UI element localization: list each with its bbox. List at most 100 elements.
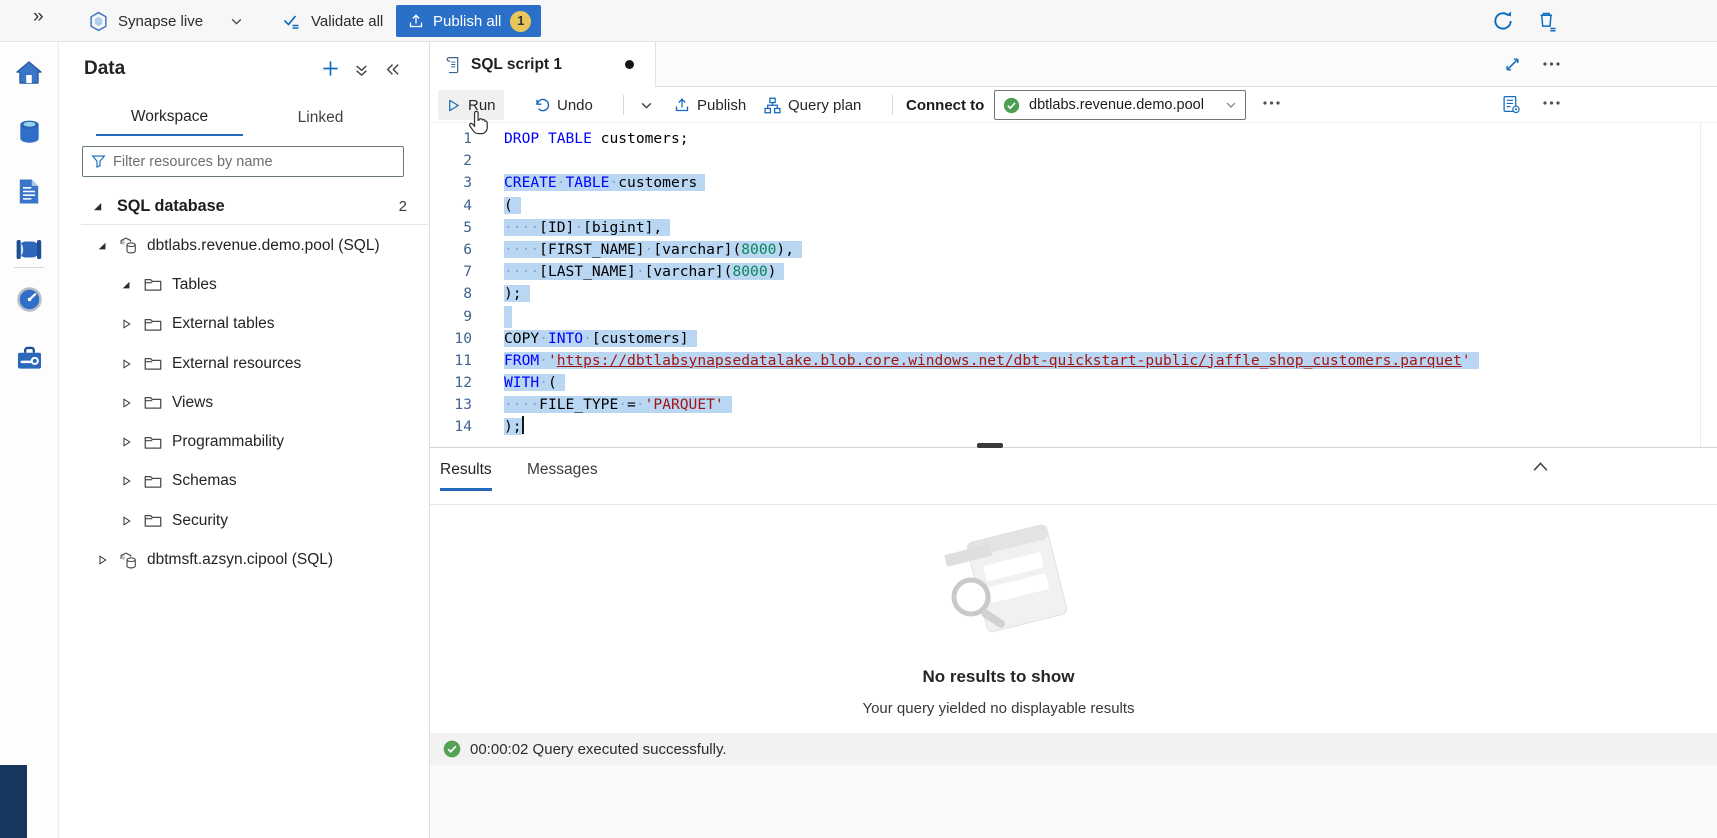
code-line-12[interactable]: 12WITH·(	[430, 372, 1717, 394]
properties-icon[interactable]	[1502, 95, 1521, 114]
tree-item-dbtmsft-azsyn-cipool-sql[interactable]: dbtmsft.azsyn.cipool (SQL)	[59, 540, 430, 579]
line-number: 13	[430, 394, 472, 416]
collapsed-caret-icon[interactable]	[119, 357, 133, 371]
tree-item-label: Tables	[172, 276, 217, 294]
folder-icon	[143, 394, 163, 411]
synapse-logo-icon	[88, 11, 109, 32]
sql-code-editor[interactable]: 1DROP TABLE customers;23CREATE·TABLE·cus…	[430, 123, 1717, 447]
collapsed-caret-icon[interactable]	[119, 317, 133, 331]
toolbar-more-right-icon[interactable]	[1542, 100, 1561, 106]
collapse-panel-icon[interactable]	[385, 62, 400, 77]
code-line-9[interactable]: 9	[430, 306, 1717, 328]
tree-item-programmability[interactable]: Programmability	[59, 422, 430, 461]
refresh-icon[interactable]	[1491, 9, 1515, 33]
tree-root-count: 2	[399, 198, 407, 215]
folder-icon	[143, 512, 163, 529]
filter-resources-box	[82, 146, 404, 177]
tree-root-label: SQL database	[117, 197, 225, 216]
code-line-6[interactable]: 6····[FIRST_NAME]·[varchar](8000),	[430, 239, 1717, 261]
code-line-10[interactable]: 10COPY·INTO·[customers]	[430, 328, 1717, 350]
tree-item-dbtlabs-revenue-demo-pool-sql[interactable]: dbtlabs.revenue.demo.pool (SQL)	[59, 226, 430, 265]
folder-icon	[143, 434, 163, 451]
toolbar-more-icon[interactable]	[1262, 100, 1281, 106]
nav-home-icon[interactable]	[0, 47, 58, 99]
filter-resources-input[interactable]	[113, 154, 395, 170]
splitter-drag-handle[interactable]	[977, 443, 1003, 448]
pool-select-dropdown[interactable]: dbtlabs.revenue.demo.pool	[994, 90, 1246, 120]
code-line-13[interactable]: 13····FILE_TYPE·=·'PARQUET'	[430, 394, 1717, 416]
validate-all-label: Validate all	[311, 13, 383, 30]
tree-divider	[81, 224, 430, 225]
line-number: 2	[430, 150, 472, 172]
collapsed-caret-icon[interactable]	[119, 435, 133, 449]
line-number: 9	[430, 306, 472, 328]
expand-all-icon[interactable]	[354, 63, 369, 78]
upload-icon	[408, 13, 424, 29]
query-plan-button[interactable]: Query plan	[756, 90, 869, 120]
tab-more-icon[interactable]	[1542, 61, 1561, 67]
code-line-4[interactable]: 4(	[430, 195, 1717, 217]
code-line-14[interactable]: 14);	[430, 416, 1717, 438]
tree-item-tables[interactable]: Tables	[59, 265, 430, 304]
undo-redo-dropdown-icon[interactable]	[632, 90, 661, 120]
results-splitter[interactable]	[430, 447, 1717, 448]
tree-item-views[interactable]: Views	[59, 383, 430, 422]
code-line-1[interactable]: 1DROP TABLE customers;	[430, 128, 1717, 150]
tab-linked[interactable]: Linked	[273, 100, 368, 136]
connect-to-label: Connect to	[906, 87, 984, 123]
code-line-3[interactable]: 3CREATE·TABLE·customers	[430, 172, 1717, 194]
code-line-8[interactable]: 8);	[430, 283, 1717, 305]
pool-status-check-icon	[1003, 97, 1020, 114]
code-line-7[interactable]: 7····[LAST_NAME]·[varchar](8000)	[430, 261, 1717, 283]
code-line-5[interactable]: 5····[ID]·[bigint],	[430, 217, 1717, 239]
expand-editor-icon[interactable]	[1504, 56, 1521, 73]
expanded-caret-icon[interactable]	[119, 278, 133, 292]
tab-messages[interactable]: Messages	[527, 461, 598, 488]
sql-editor-pane: SQL script 1 Run Undo	[430, 42, 1717, 838]
code-line-11[interactable]: 11FROM·'https://dbtlabsynapsedatalake.bl…	[430, 350, 1717, 372]
results-body: No results to show Your query yielded no…	[430, 505, 1717, 733]
collapsed-caret-icon[interactable]	[119, 474, 133, 488]
add-resource-icon[interactable]	[321, 59, 340, 78]
pool-name: dbtlabs.revenue.demo.pool	[1029, 97, 1216, 113]
left-nav-rail	[0, 42, 59, 838]
collapse-results-icon[interactable]	[1532, 461, 1549, 472]
expanded-caret-icon[interactable]	[95, 239, 109, 253]
publish-all-button[interactable]: Publish all 1	[396, 5, 541, 37]
status-message: 00:00:02 Query executed successfully.	[470, 741, 727, 758]
collapsed-caret-icon[interactable]	[95, 553, 109, 567]
collapsed-caret-icon[interactable]	[119, 514, 133, 528]
tree-item-external-resources[interactable]: External resources	[59, 344, 430, 383]
empty-results-state: No results to show Your query yielded no…	[430, 519, 1567, 717]
nav-data-icon[interactable]	[0, 106, 58, 158]
collapsed-caret-icon[interactable]	[119, 396, 133, 410]
toolbar-divider	[623, 95, 624, 115]
data-explorer-panel: Data Workspace Linked SQL database 2 dbt…	[59, 42, 430, 838]
expanded-caret-icon[interactable]	[90, 200, 104, 214]
publish-button[interactable]: Publish	[666, 90, 754, 120]
validate-all-button[interactable]: Validate all	[281, 0, 383, 42]
editor-footer-area	[430, 765, 1717, 838]
pool-icon	[119, 551, 138, 570]
validate-check-icon	[281, 11, 302, 31]
nav-monitor-icon[interactable]	[0, 273, 58, 325]
discard-changes-icon[interactable]	[1536, 9, 1559, 33]
nav-develop-icon[interactable]	[0, 165, 58, 217]
line-number: 5	[430, 217, 472, 239]
pool-icon	[119, 236, 138, 255]
environment-picker[interactable]: Synapse live	[88, 0, 243, 42]
tree-item-schemas[interactable]: Schemas	[59, 462, 430, 501]
nav-manage-icon[interactable]	[0, 332, 58, 384]
tree-item-external-tables[interactable]: External tables	[59, 305, 430, 344]
undo-button[interactable]: Undo	[526, 90, 601, 120]
code-line-2[interactable]: 2	[430, 150, 1717, 172]
tree-root-sql-database[interactable]: SQL database 2	[59, 190, 430, 223]
tree-item-security[interactable]: Security	[59, 501, 430, 540]
collapse-menu-icon[interactable]: »	[33, 6, 44, 28]
tab-sql-script-1[interactable]: SQL script 1	[430, 42, 656, 87]
bottom-left-overlay	[0, 765, 27, 838]
tab-results[interactable]: Results	[440, 461, 492, 491]
toolbar-divider	[892, 95, 893, 115]
tab-workspace[interactable]: Workspace	[96, 100, 243, 136]
run-button[interactable]: Run	[438, 90, 504, 120]
